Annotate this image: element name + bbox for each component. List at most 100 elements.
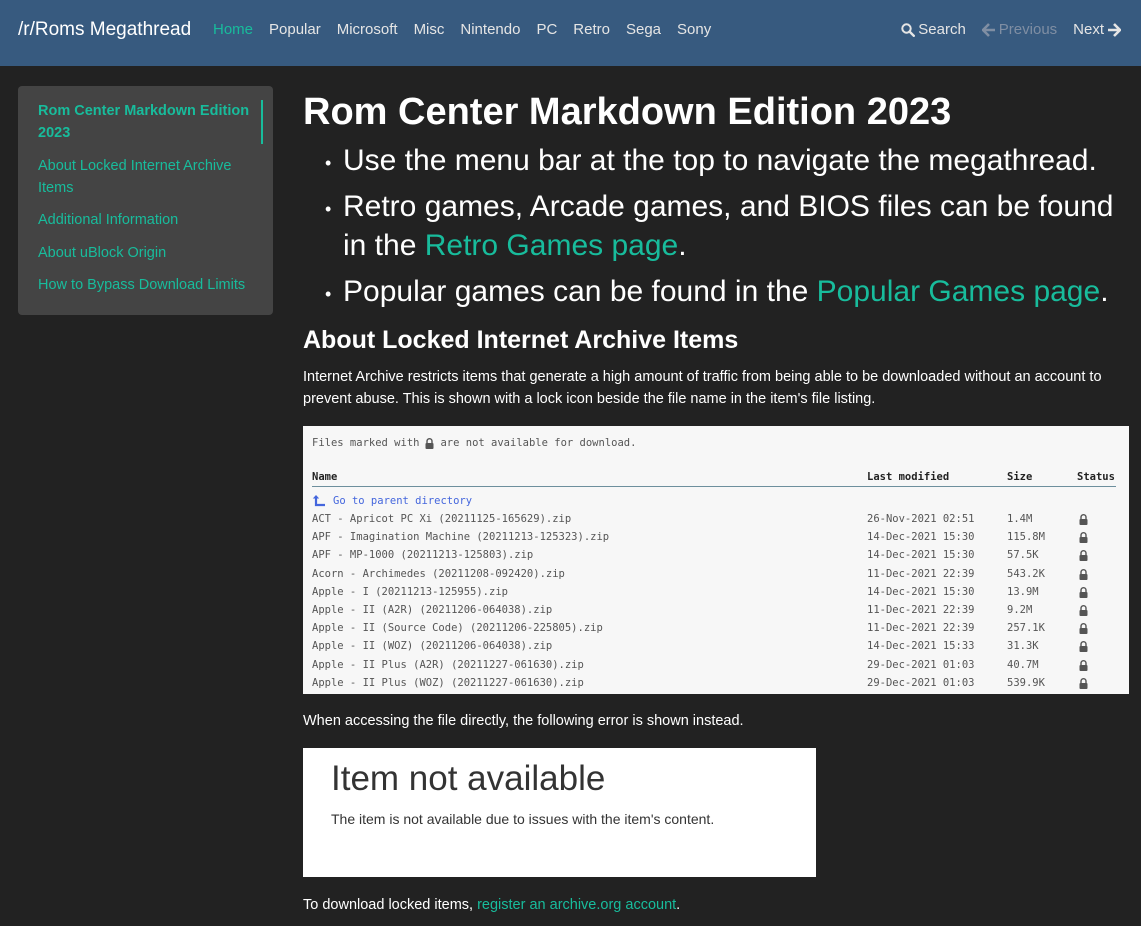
nav-link-nintendo[interactable]: Nintendo — [460, 21, 520, 38]
nav-link-sony[interactable]: Sony — [677, 21, 711, 38]
file-modified: 14-Dec-2021 15:30 — [867, 531, 975, 544]
section-heading: About Locked Internet Archive Items — [303, 326, 739, 354]
main-content: Rom Center Markdown Edition 2023 Use the… — [303, 88, 1129, 916]
bullet-text: Use the menu bar at the top to navigate … — [343, 144, 1097, 177]
file-size: 1.4M — [1007, 513, 1033, 525]
file-size: 539.9K — [1007, 676, 1045, 689]
nav-links: Home Popular Microsoft Misc Nintendo PC … — [213, 21, 727, 38]
column-header-status: Status — [1077, 471, 1115, 483]
nav-link-misc[interactable]: Misc — [414, 21, 445, 38]
lock-icon — [1077, 622, 1088, 637]
nav-link-retro[interactable]: Retro — [573, 21, 610, 38]
download-text-post: . — [676, 897, 681, 913]
page-title: Rom Center Markdown Edition 2023 — [303, 91, 952, 133]
search-button[interactable]: Search — [901, 21, 966, 38]
lock-icon — [425, 437, 434, 449]
file-modified: 14-Dec-2021 15:30 — [867, 585, 975, 598]
file-size: 9.2M — [1007, 603, 1033, 616]
up-arrow-icon — [312, 495, 325, 507]
lock-icon — [1077, 640, 1088, 655]
previous-label: Previous — [998, 21, 1058, 38]
lock-icon — [1077, 677, 1088, 692]
table-row: ACT - Apricot PC Xi (20211125-165629).zi… — [312, 513, 1116, 531]
file-name: Acorn - Archimedes (20211208-092420).zip — [312, 567, 565, 580]
previous-button[interactable]: Previous — [981, 21, 1058, 38]
file-modified: 14-Dec-2021 15:30 — [867, 549, 975, 562]
archive-table-header: Name Last modified Size Status — [312, 471, 1116, 487]
file-size: 257.1K — [1007, 622, 1045, 635]
table-row: Apple - II (A2R) (20211206-064038).zip 11… — [312, 604, 1116, 622]
file-size: 57.5K — [1007, 549, 1039, 562]
file-size: 115.8M — [1007, 531, 1045, 544]
file-name: Apple - II (Source Code) (20211206-22580… — [312, 622, 603, 635]
error-text: The item is not available due to issues … — [331, 811, 715, 827]
list-item: Popular games can be found in the Popula… — [303, 273, 1129, 312]
file-name: Apple - II Plus (WOZ) (20211227-061630).… — [312, 676, 584, 689]
file-name: Apple - II (A2R) (20211206-064038).zip — [312, 603, 553, 616]
download-text-pre: To download locked items, — [303, 897, 478, 913]
table-row: APF - Imagination Machine (20211213-1253… — [312, 531, 1116, 549]
lock-icon — [1077, 549, 1088, 564]
toc-item-additional-info[interactable]: Additional Information — [38, 209, 263, 231]
retro-games-link[interactable]: Retro Games page — [425, 229, 678, 262]
file-size: 13.9M — [1007, 585, 1039, 598]
intro-list: Use the menu bar at the top to navigate … — [303, 142, 1129, 313]
archive-rows: ACT - Apricot PC Xi (20211125-165629).zi… — [312, 513, 1116, 694]
arrow-right-icon — [1108, 22, 1121, 37]
file-modified: 11-Dec-2021 22:39 — [867, 622, 975, 635]
lock-icon — [1077, 568, 1088, 583]
file-size: 543.2K — [1007, 567, 1045, 580]
lock-icon — [1077, 604, 1088, 619]
table-row: APF - MP-1000 (20211213-125803).zip 14-De… — [312, 549, 1116, 567]
search-label: Search — [918, 21, 966, 38]
lock-icon — [1077, 659, 1088, 674]
bullet-text: . — [1100, 274, 1109, 308]
search-icon — [901, 22, 916, 37]
lock-icon — [1077, 513, 1088, 528]
register-account-link[interactable]: register an archive.org account — [477, 897, 676, 913]
toc-item-rom-center[interactable]: Rom Center Markdown Edition 2023 — [38, 100, 263, 144]
nav-link-microsoft[interactable]: Microsoft — [337, 21, 398, 38]
error-screenshot: Item not available The item is not avail… — [303, 748, 816, 877]
file-name: APF - Imagination Machine (20211213-1253… — [312, 531, 610, 544]
file-name: ACT - Apricot PC Xi (20211125-165629).zi… — [312, 513, 572, 525]
nav-link-pc[interactable]: PC — [536, 21, 557, 38]
file-size: 31.3K — [1007, 640, 1039, 653]
table-of-contents: Rom Center Markdown Edition 2023 About L… — [18, 86, 273, 315]
file-modified: 26-Nov-2021 02:51 — [867, 513, 975, 525]
archive-note-pre: Files marked with — [312, 437, 420, 449]
top-navbar: /r/Roms Megathread Home Popular Microsof… — [0, 0, 1141, 66]
column-header-name: Name — [312, 471, 338, 483]
toc-item-ublock[interactable]: About uBlock Origin — [38, 242, 263, 264]
file-name: Apple - II (WOZ) (20211206-064038).zip — [312, 640, 553, 653]
lock-icon — [1077, 586, 1088, 601]
nav-link-popular[interactable]: Popular — [269, 21, 321, 38]
parent-directory-link: Go to parent directory — [312, 494, 472, 507]
error-intro-text: When accessing the file directly, the fo… — [303, 713, 744, 729]
next-label: Next — [1073, 21, 1104, 38]
table-row: Apple - II Plus (WOZ) (20211227-061630).… — [312, 677, 1116, 694]
arrow-left-icon — [981, 22, 995, 37]
file-modified: 11-Dec-2021 22:39 — [867, 567, 975, 580]
toc-item-locked-items[interactable]: About Locked Internet Archive Items — [38, 155, 263, 199]
table-row: Acorn - Archimedes (20211208-092420).zip… — [312, 568, 1116, 586]
archive-note-post: are not available for download. — [440, 437, 637, 449]
nav-link-home[interactable]: Home — [213, 21, 253, 38]
parent-directory-label: Go to parent directory — [333, 494, 473, 507]
file-name: Apple - II Plus (A2R) (20211227-061630).… — [312, 658, 584, 671]
file-modified: 14-Dec-2021 15:33 — [867, 640, 975, 653]
nav-link-sega[interactable]: Sega — [626, 21, 661, 38]
bullet-text: . — [678, 228, 687, 262]
file-name: APF - MP-1000 (20211213-125803).zip — [312, 549, 534, 562]
table-row: Apple - I (20211213-125955).zip 14-Dec-20… — [312, 586, 1116, 604]
site-brand[interactable]: /r/Roms Megathread — [18, 19, 191, 41]
section-text: Internet Archive restricts items that ge… — [303, 369, 1102, 407]
file-size: 40.7M — [1007, 658, 1039, 671]
nav-right: Search Previous Next — [885, 21, 1121, 38]
popular-games-link[interactable]: Popular Games page — [817, 275, 1101, 308]
next-button[interactable]: Next — [1073, 21, 1121, 38]
toc-item-bypass-limits[interactable]: How to Bypass Download Limits — [38, 274, 263, 296]
table-row: Apple - II (WOZ) (20211206-064038).zip 14… — [312, 640, 1116, 658]
file-name: Apple - I (20211213-125955).zip — [312, 585, 508, 598]
column-header-modified: Last modified — [867, 471, 950, 483]
